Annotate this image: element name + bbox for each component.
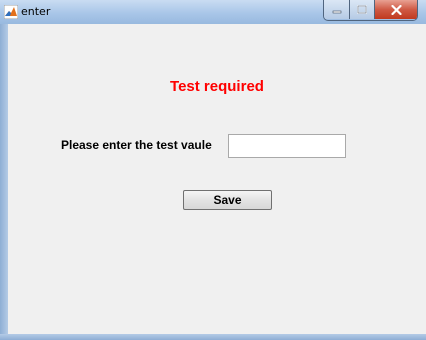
window-title: enter [21,5,51,18]
minimize-button[interactable] [324,0,350,19]
maximize-button[interactable] [350,0,375,19]
page-heading: Test required [170,78,264,95]
matlab-logo-icon [4,5,18,19]
title-bar[interactable]: enter [0,0,426,25]
app-window: enter Test required Please enter the tes… [0,0,426,340]
window-frame-bottom [0,334,426,340]
maximize-icon [357,5,367,14]
close-icon [390,4,402,15]
window-controls [323,0,418,21]
client-area [8,24,426,334]
minimize-icon [332,10,341,13]
save-button[interactable]: Save [183,190,272,210]
test-value-label: Please enter the test vaule [61,138,212,152]
close-button[interactable] [375,0,417,19]
test-value-input[interactable] [228,134,346,158]
window-frame-left [0,24,8,340]
